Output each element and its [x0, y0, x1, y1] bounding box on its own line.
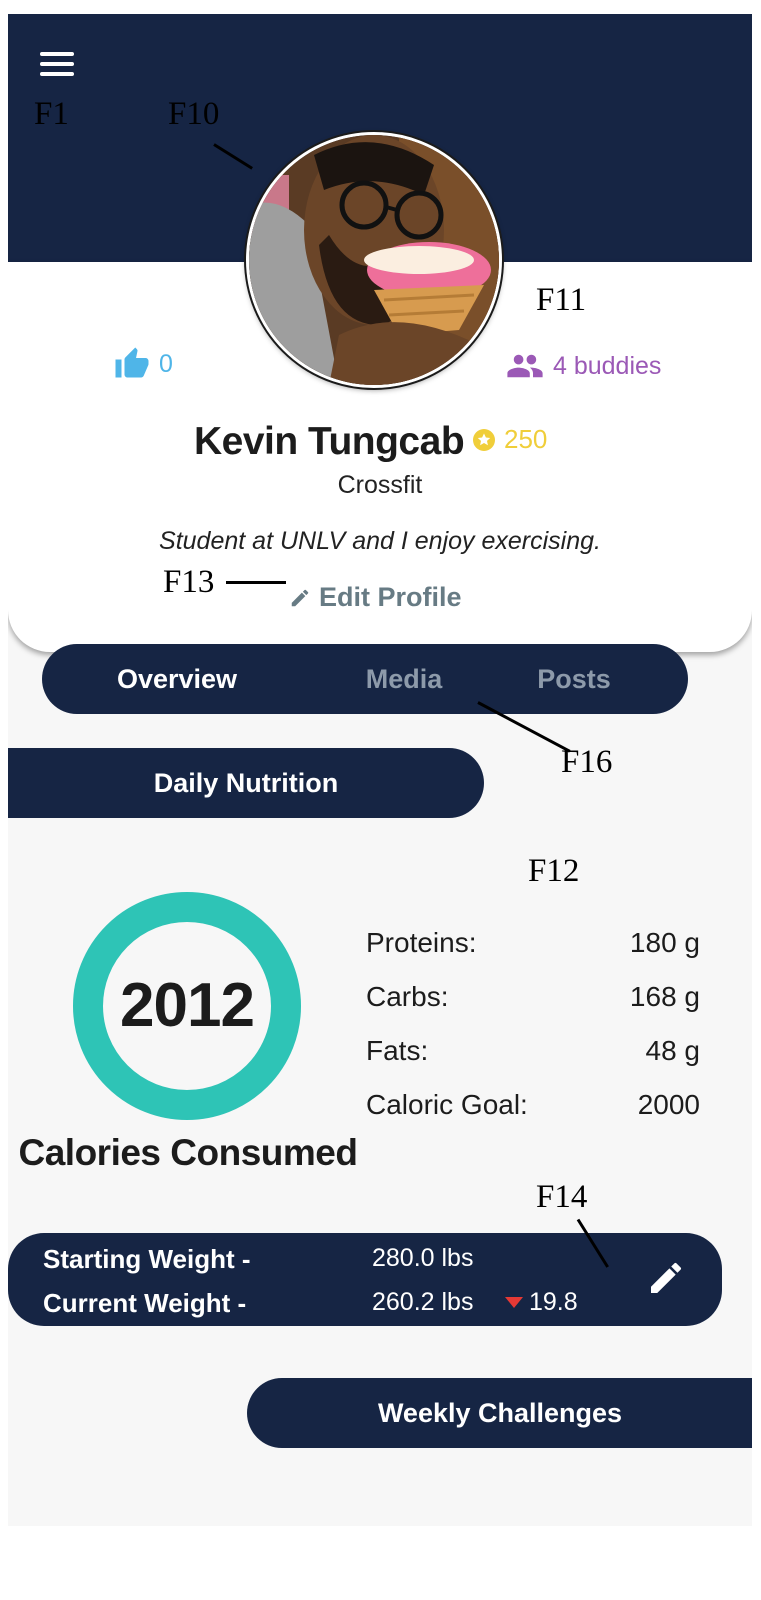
macro-value: 2000 — [637, 1089, 700, 1120]
macro-row-proteins: Proteins: 180 g — [366, 927, 700, 967]
likes-count: 0 — [159, 349, 173, 378]
macro-row-caloric-goal: Caloric Goal: 2000 — [366, 1089, 700, 1129]
macro-label: Proteins: — [366, 927, 477, 958]
callout-f13: F13 — [163, 564, 215, 600]
points-value: 250 — [504, 424, 548, 454]
weight-panel: Starting Weight - 280.0 lbs Current Weig… — [8, 1233, 722, 1326]
profile-avatar[interactable] — [246, 132, 502, 388]
callout-f1: F1 — [34, 96, 69, 132]
user-name: Kevin Tungcab — [194, 420, 465, 463]
callout-f12: F12 — [528, 853, 580, 889]
daily-nutrition-header: Daily Nutrition — [8, 748, 484, 818]
tab-overview[interactable]: Overview — [77, 644, 277, 714]
edit-profile-button[interactable]: Edit Profile — [289, 582, 462, 613]
thumbs-up-icon — [115, 347, 149, 378]
starting-weight-value: 280.0 lbs — [372, 1244, 474, 1272]
app-screen: 0 4 buddies Kevin Tungcab 250 Crossfit S… — [8, 14, 752, 1526]
pencil-icon[interactable] — [646, 1258, 686, 1298]
macro-row-fats: Fats: 48 g — [366, 1035, 700, 1075]
menu-icon[interactable] — [40, 52, 74, 80]
macro-value: 180 g — [629, 927, 700, 958]
macro-label: Carbs: — [366, 981, 449, 1012]
star-coin-icon — [473, 428, 495, 451]
buddies-label: 4 buddies — [553, 351, 662, 380]
likes-counter[interactable]: 0 — [113, 344, 173, 384]
weight-change-value: 19.8 — [529, 1288, 578, 1316]
points-badge: 250 — [472, 424, 547, 455]
tab-posts[interactable]: Posts — [474, 644, 674, 714]
calories-consumed-label: Calories Consumed — [18, 1132, 358, 1173]
profile-tab-bar: Overview Media Posts — [42, 644, 688, 714]
pencil-icon — [291, 589, 309, 606]
avatar-photo — [249, 135, 499, 385]
buddies-link[interactable]: 4 buddies — [505, 346, 661, 386]
people-icon — [507, 354, 543, 378]
macro-value: 48 g — [645, 1035, 701, 1066]
callout-f16: F16 — [561, 744, 613, 780]
edit-profile-label: Edit Profile — [319, 582, 462, 612]
starting-weight-label: Starting Weight - — [43, 1244, 251, 1274]
weekly-challenges-button[interactable]: Weekly Challenges — [247, 1378, 752, 1448]
current-weight-label: Current Weight - — [43, 1288, 247, 1318]
current-weight-value: 260.2 lbs — [372, 1288, 474, 1316]
macro-row-carbs: Carbs: 168 g — [366, 981, 700, 1021]
callout-f11: F11 — [536, 282, 587, 318]
callout-f10: F10 — [168, 96, 220, 132]
calories-consumed-value: 2012 — [120, 971, 255, 1040]
macro-label: Fats: — [366, 1035, 429, 1066]
macro-label: Caloric Goal: — [366, 1089, 528, 1120]
user-bio: Student at UNLV and I enjoy exercising. — [159, 527, 601, 555]
weight-change: 19.8 — [505, 1288, 578, 1317]
callout-f14: F14 — [536, 1179, 588, 1215]
user-sport: Crossfit — [337, 471, 423, 499]
macro-value: 168 g — [629, 981, 700, 1012]
callout-f13-leader — [226, 581, 286, 584]
triangle-down-icon — [505, 1296, 523, 1308]
